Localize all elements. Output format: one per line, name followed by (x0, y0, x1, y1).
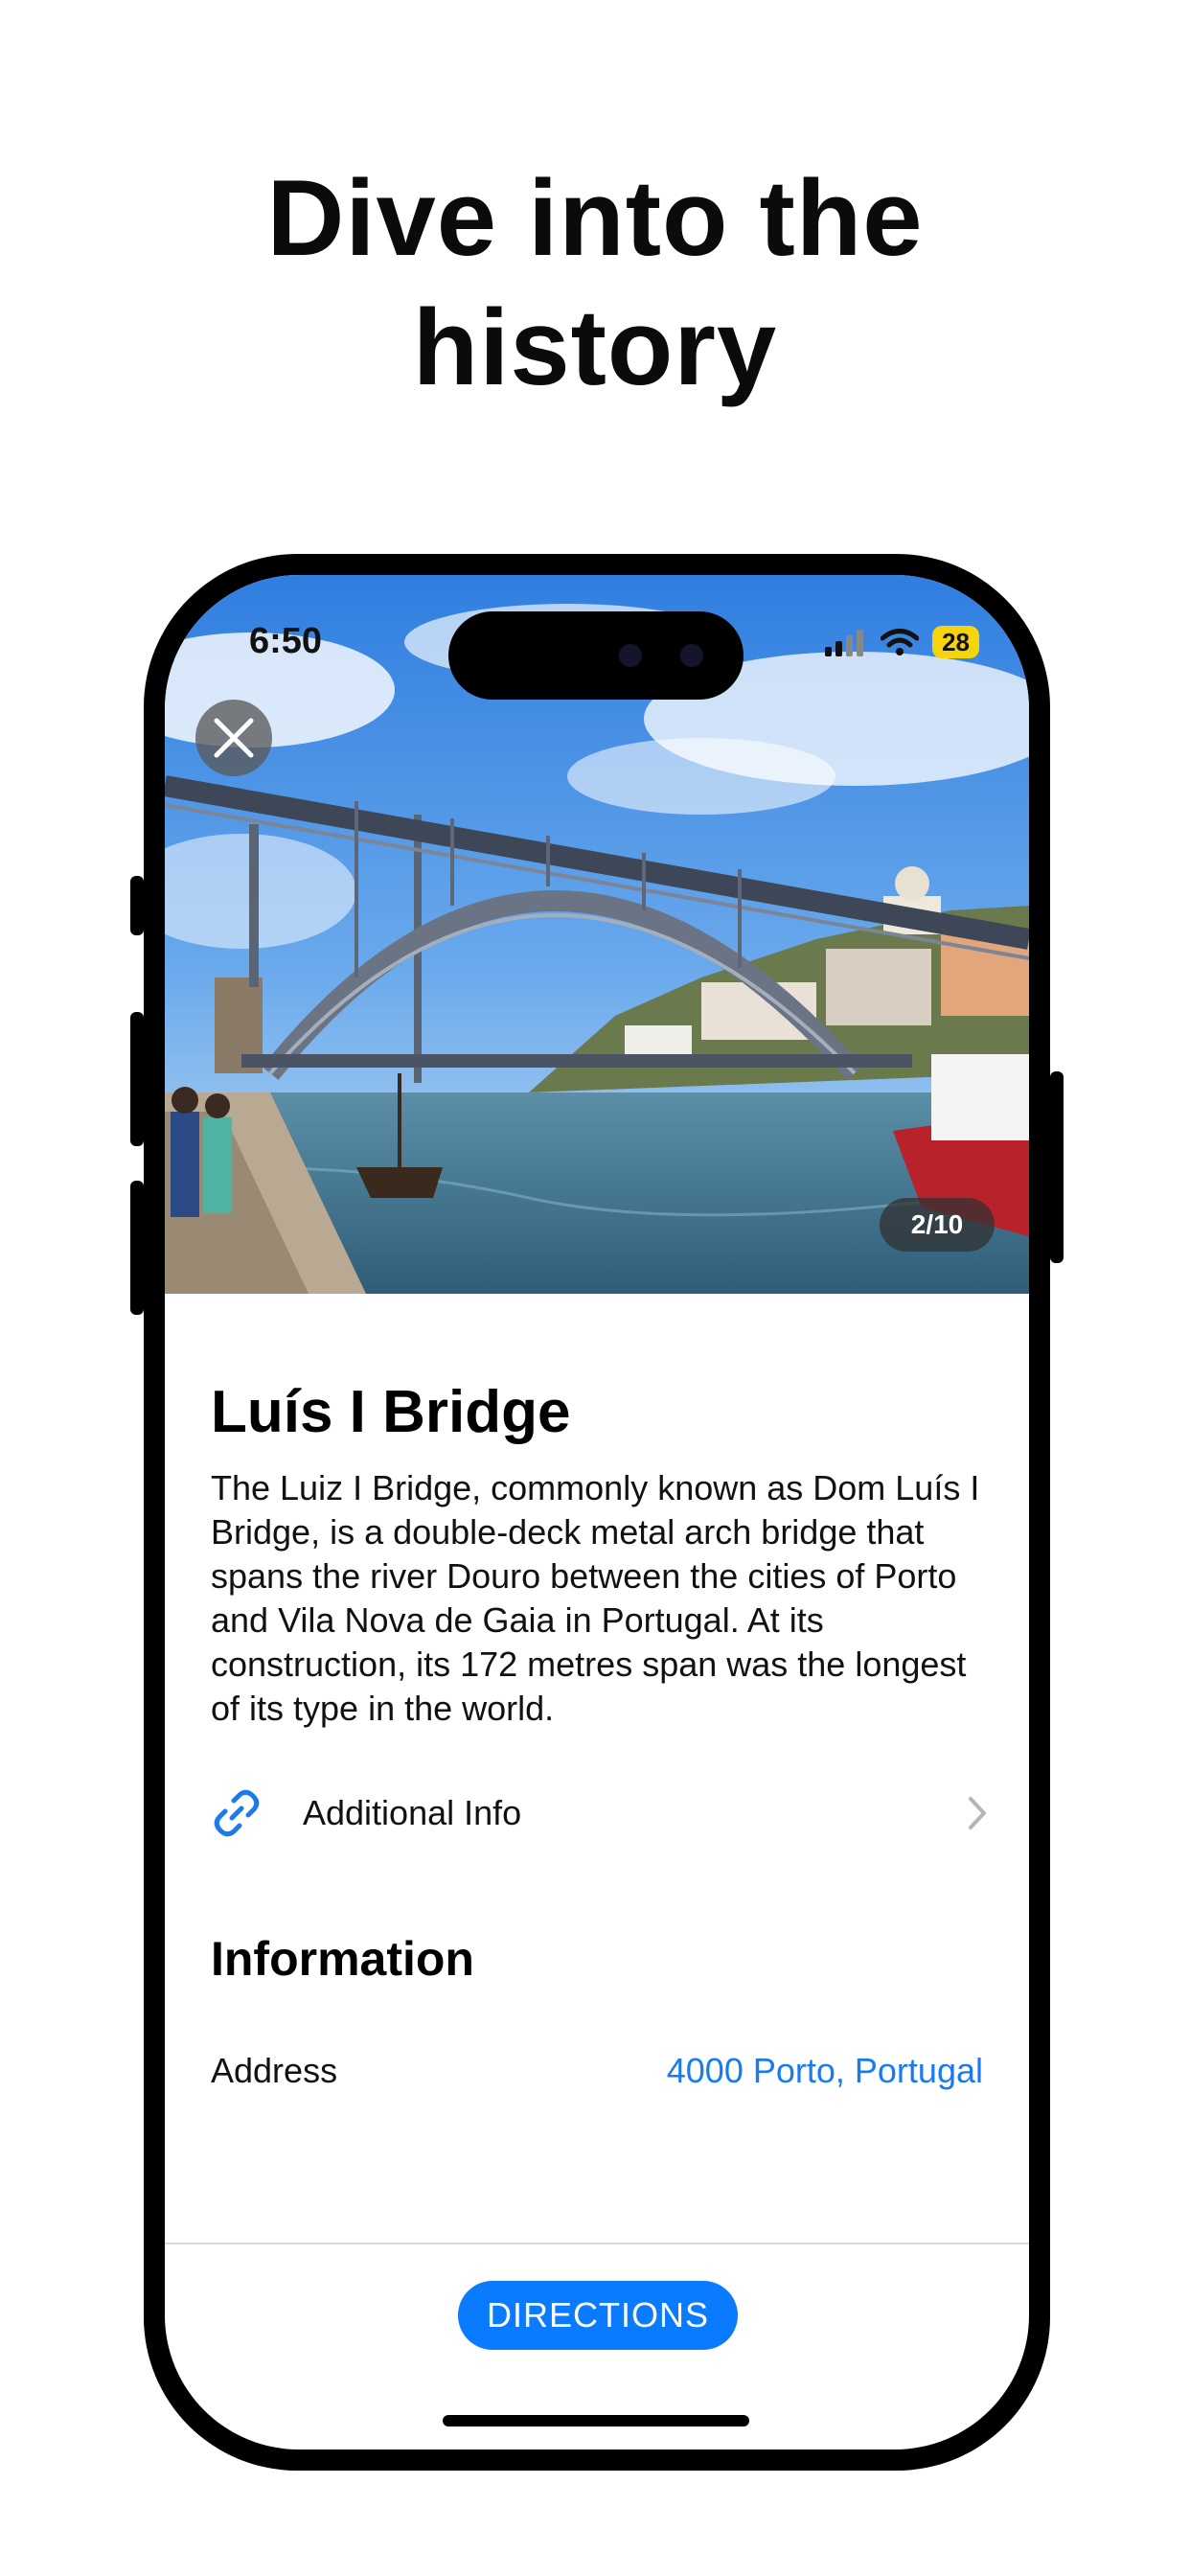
phone-frame: 6:50 28 2/10 Luís I Bridge The Luiz I Br… (130, 554, 1064, 2471)
headline-line-2: history (412, 288, 778, 407)
link-icon (214, 1789, 260, 1837)
dynamic-island (448, 611, 744, 700)
cellular-signal-icon (825, 630, 864, 656)
directions-button[interactable]: DIRECTIONS (458, 2281, 738, 2350)
footer-divider (165, 2242, 1029, 2244)
headline-line-1: Dive into the (266, 158, 924, 278)
chevron-right-icon (969, 1797, 986, 1829)
camera-icon (619, 644, 642, 667)
photo-counter: 2/10 (880, 1198, 995, 1252)
wifi-icon (881, 629, 920, 656)
place-description: The Luiz I Bridge, commonly known as Dom… (211, 1468, 980, 1728)
status-time: 6:50 (249, 621, 323, 661)
promo-headline: Dive into the history (0, 153, 1190, 412)
home-indicator (443, 2415, 749, 2426)
close-button[interactable] (195, 700, 272, 776)
phone-power-button (1050, 1071, 1064, 1263)
address-link[interactable]: 4000 Porto, Portugal (667, 2051, 983, 2091)
phone-volume-up (130, 1012, 144, 1146)
phone-side-button (130, 876, 144, 935)
address-label: Address (211, 2051, 338, 2090)
information-heading: Information (211, 1932, 474, 1986)
close-icon (214, 718, 254, 758)
phone-volume-down (130, 1181, 144, 1315)
camera-lens-icon (680, 644, 703, 667)
place-title: Luís I Bridge (211, 1379, 571, 1445)
additional-info-label: Additional Info (303, 1793, 522, 1832)
app-screen: 6:50 28 2/10 Luís I Bridge The Luiz I Br… (165, 575, 1029, 2450)
additional-info-row[interactable]: Additional Info (211, 1782, 989, 1844)
battery-indicator: 28 (932, 626, 979, 658)
gallery-photo[interactable]: 6:50 28 2/10 (165, 575, 1029, 1294)
status-icons: 28 (825, 625, 979, 659)
